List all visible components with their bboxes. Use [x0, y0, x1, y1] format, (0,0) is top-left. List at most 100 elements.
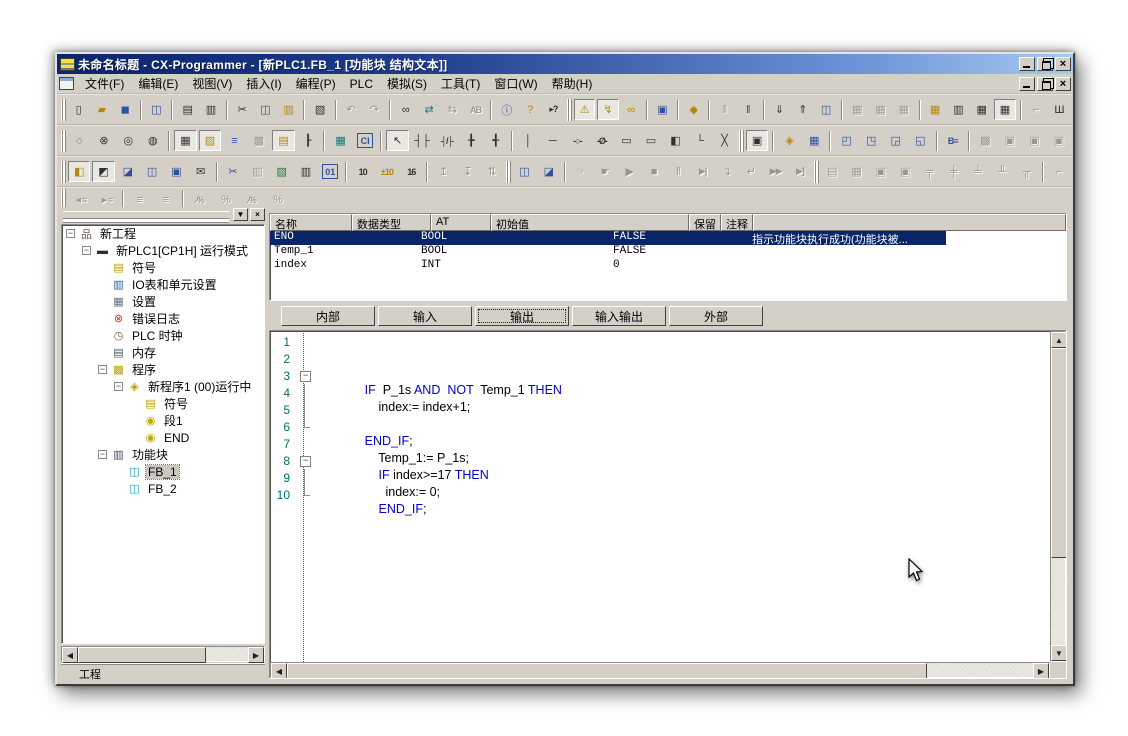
sim-hand-2-button[interactable]: ☛ — [594, 161, 616, 182]
menu-simulation[interactable]: 模拟(S) — [380, 73, 434, 94]
watch-window-button[interactable]: ▦ — [994, 99, 1015, 120]
open-file-button[interactable]: ▰ — [91, 99, 112, 120]
download-to-plc-button[interactable]: ⇓ — [769, 99, 790, 120]
sim-to-end-button[interactable]: ▶] — [789, 161, 811, 182]
corner-tool-button[interactable]: ⌐ — [1048, 161, 1070, 182]
force-off-button[interactable]: ↧ — [457, 161, 479, 182]
delete-line-button[interactable]: ╳ — [713, 130, 736, 151]
scroll-right-icon[interactable]: ▶ — [248, 647, 264, 663]
local-window-button[interactable]: ◩ — [92, 161, 114, 182]
info-button[interactable]: ⓘ — [496, 99, 517, 120]
menu-edit[interactable]: 编辑(E) — [131, 73, 185, 94]
tree-item-fb-1[interactable]: ◫ FB_1 — [62, 463, 264, 480]
tree-expand-box[interactable]: − — [114, 382, 123, 391]
fold-marker[interactable] — [298, 486, 312, 503]
time-chart-button[interactable]: Ш — [1049, 99, 1070, 120]
menu-view[interactable]: 视图(V) — [185, 73, 239, 94]
panel-close-button[interactable]: × — [250, 208, 265, 221]
new-contact-button[interactable]: ┤├ — [411, 130, 434, 151]
new-file-button[interactable]: ▯ — [68, 99, 89, 120]
menu-help[interactable]: 帮助(H) — [545, 73, 600, 94]
scrollbar-thumb[interactable] — [78, 647, 206, 663]
pause-button[interactable]: ‖ — [738, 99, 759, 120]
fold-marker[interactable] — [298, 452, 312, 469]
online-edit-button[interactable]: ▣ — [652, 99, 673, 120]
tree-item-plc[interactable]: − ▬ 新PLC1[CP1H] 运行模式 — [62, 242, 264, 259]
table-header-cell[interactable]: 保留 — [689, 214, 721, 231]
symbol-display-button[interactable]: ▨ — [199, 130, 222, 151]
monitor-window-1-button[interactable]: ▦ — [847, 99, 868, 120]
menu-tools[interactable]: 工具(T) — [434, 73, 487, 94]
monitor-data-button[interactable]: ▦ — [971, 99, 992, 120]
cross-reference-button[interactable]: ▣ — [165, 161, 187, 182]
plc-memory-button[interactable]: ▥ — [948, 99, 969, 120]
tab-input[interactable]: 输入 — [378, 306, 472, 326]
copy-button[interactable]: ◫ — [255, 99, 276, 120]
memory-bar-6-button[interactable]: ╪ — [943, 161, 965, 182]
gray-box-1-button[interactable]: ▩ — [974, 130, 997, 151]
tab-external[interactable]: 外部 — [669, 306, 763, 326]
tree-item-section-end[interactable]: ◉ END — [62, 429, 264, 446]
memory-bar-4-button[interactable]: ▣ — [894, 161, 916, 182]
fb-invocation-button[interactable]: ◧ — [664, 130, 687, 151]
cut-button[interactable]: ✂ — [232, 99, 253, 120]
upload-from-plc-button[interactable]: ⇑ — [792, 99, 813, 120]
sim-step-in-button[interactable]: ↴ — [716, 161, 738, 182]
scrollbar-track[interactable] — [927, 663, 1033, 677]
force-cancel-button[interactable]: ⇅ — [481, 161, 503, 182]
st-code-editor[interactable]: 1 2 3 — [269, 330, 1067, 679]
table-header-cell[interactable]: 注释 — [721, 214, 753, 231]
ci-edit-button[interactable]: CI — [354, 130, 377, 151]
io-box-1-button[interactable]: ◰ — [835, 130, 858, 151]
clipboard-view-button[interactable]: ▥ — [295, 161, 317, 182]
tree-item-symbols[interactable]: ▤ 符号 — [62, 259, 264, 276]
fold-marker[interactable] — [298, 367, 312, 384]
editor-vertical-scrollbar[interactable]: ▲ ▼ — [1050, 331, 1066, 662]
monitor-window-2-button[interactable]: ▦ — [870, 99, 891, 120]
editor-horizontal-scrollbar[interactable]: ◀ ▶ — [270, 662, 1050, 678]
tree-display-button[interactable]: ┠ — [297, 130, 320, 151]
rung-comment-button[interactable]: ▤ — [272, 130, 295, 151]
memory-bar-5-button[interactable]: ╤ — [918, 161, 940, 182]
tree-item-settings[interactable]: ▦ 设置 — [62, 293, 264, 310]
line-corner-button[interactable]: └ — [689, 130, 712, 151]
horizontal-line-button[interactable]: ─ — [542, 130, 565, 151]
tree-item-program-1[interactable]: − ◈ 新程序1 (00)运行中 — [62, 378, 264, 395]
table-row[interactable]: Temp_1 BOOL FALSE — [270, 245, 1066, 259]
table-header-cell[interactable]: 名称 — [270, 214, 352, 231]
memory-bar-1-button[interactable]: ▤ — [821, 161, 843, 182]
print-button[interactable]: ▤ — [177, 99, 198, 120]
scrollbar-thumb[interactable] — [1051, 348, 1067, 558]
compare-with-plc-button[interactable]: ◫ — [815, 99, 836, 120]
fold-marker[interactable] — [298, 333, 312, 350]
tree-item-section-1[interactable]: ◉ 段1 — [62, 412, 264, 429]
calendar-button[interactable]: ▦ — [803, 130, 826, 151]
code-line[interactable]: 4 index:= index+1; — [270, 384, 1050, 401]
new-closed-coil-button[interactable]: -Ø- — [591, 130, 614, 151]
fold-marker[interactable] — [298, 469, 312, 486]
gray-box-4-button[interactable]: ▣ — [1048, 130, 1071, 151]
find-in-project-button[interactable]: ⇆ — [442, 99, 463, 120]
tree-item-program-1-symbols[interactable]: ▤ 符号 — [62, 395, 264, 412]
find-button[interactable]: ∞ — [395, 99, 416, 120]
sim-online-button[interactable]: ◫ — [513, 161, 535, 182]
tree-item-function-blocks[interactable]: − ▥ 功能块 — [62, 446, 264, 463]
fold-marker[interactable] — [298, 418, 312, 435]
tree-item-fb-2[interactable]: ◫ FB_2 — [62, 480, 264, 497]
compare-programs-button[interactable]: ◫ — [146, 99, 167, 120]
work-online-button[interactable]: ⚠ — [574, 99, 595, 120]
pause-monitor-button[interactable]: ‖ — [714, 99, 735, 120]
sim-stop-button[interactable]: ■ — [643, 161, 665, 182]
sim-pause-button[interactable]: ‖ — [667, 161, 689, 182]
tree-expand-box[interactable]: − — [98, 450, 107, 459]
new-instruction-button[interactable]: ▭ — [615, 130, 638, 151]
binary-view-button[interactable]: 01 — [319, 161, 341, 182]
tree-item-io-table[interactable]: ▥ IO表和单元设置 — [62, 276, 264, 293]
undo-button[interactable]: ↶ — [341, 99, 362, 120]
menu-file[interactable]: 文件(F) — [78, 73, 131, 94]
table-header-cell[interactable]: 数据类型 — [352, 214, 431, 231]
hex-monitor-button[interactable]: 16 — [400, 161, 422, 182]
close-button[interactable]: × — [1055, 57, 1071, 71]
monitor-mode-button[interactable]: ↯ — [597, 99, 618, 120]
table-row[interactable]: index INT 0 — [270, 259, 1066, 273]
